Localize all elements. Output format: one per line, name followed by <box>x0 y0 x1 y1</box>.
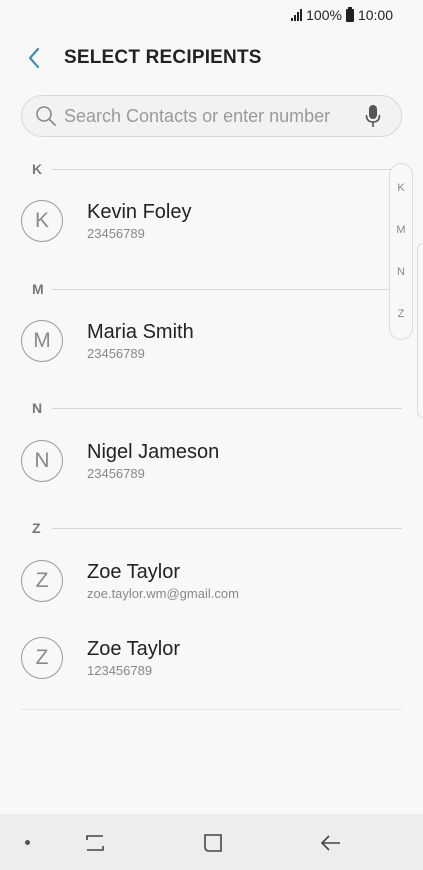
index-letter-k[interactable]: K <box>390 182 412 194</box>
section-divider <box>52 407 402 409</box>
contact-item[interactable]: M Maria Smith 23456789 <box>0 306 423 376</box>
battery-percent: 100% <box>306 7 342 23</box>
section-divider <box>52 527 402 529</box>
navigation-bar <box>0 814 423 870</box>
section-divider <box>52 168 402 170</box>
avatar: N <box>21 440 63 482</box>
contact-detail: 123456789 <box>87 663 153 678</box>
battery-icon <box>345 6 354 22</box>
status-bar: 100% 10:00 <box>0 0 423 30</box>
search-input[interactable] <box>62 95 355 137</box>
contact-detail: zoe.taylor.wm@gmail.com <box>87 586 239 601</box>
mic-icon[interactable] <box>355 98 391 134</box>
scrollbar-handle[interactable] <box>417 243 423 418</box>
contact-name: Maria Smith <box>87 321 194 343</box>
section-header-k: K <box>32 159 402 179</box>
contact-detail: 23456789 <box>87 346 145 361</box>
avatar: Z <box>21 560 63 602</box>
contact-item[interactable]: K Kevin Foley 23456789 <box>0 186 423 256</box>
arrow-left-icon[interactable] <box>316 828 346 858</box>
contact-name: Zoe Taylor <box>87 561 181 583</box>
index-letter-n[interactable]: N <box>390 266 412 278</box>
section-letter: K <box>32 161 43 177</box>
index-letter-z[interactable]: Z <box>390 308 412 320</box>
contact-name: Kevin Foley <box>87 201 192 223</box>
signal-icon <box>291 9 303 21</box>
contact-detail: 23456789 <box>87 226 145 241</box>
contact-detail: 23456789 <box>87 466 145 481</box>
avatar: K <box>21 200 63 242</box>
avatar: Z <box>21 637 63 679</box>
section-header-n: N <box>32 398 402 418</box>
contact-item[interactable]: Z Zoe Taylor 123456789 <box>0 623 423 693</box>
search-bar[interactable] <box>21 95 402 137</box>
home-icon[interactable] <box>198 828 228 858</box>
section-header-m: M <box>32 279 402 299</box>
section-letter: Z <box>32 520 41 536</box>
contact-name: Zoe Taylor <box>87 638 181 660</box>
index-letter-m[interactable]: M <box>390 224 412 236</box>
page-title: SELECT RECIPIENTS <box>64 47 262 68</box>
avatar: M <box>21 320 63 362</box>
chevron-left-icon[interactable] <box>14 38 54 78</box>
section-divider <box>52 288 402 290</box>
contact-item[interactable]: N Nigel Jameson 23456789 <box>0 426 423 496</box>
section-header-z: Z <box>32 518 402 538</box>
recents-icon[interactable] <box>80 828 110 858</box>
contact-item[interactable]: Z Zoe Taylor zoe.taylor.wm@gmail.com <box>0 546 423 616</box>
section-letter: M <box>32 281 44 297</box>
header: SELECT RECIPIENTS <box>0 38 423 78</box>
list-end-divider <box>21 709 402 710</box>
index-scroller[interactable]: K M N Z <box>389 163 413 340</box>
search-icon <box>34 104 58 128</box>
clock: 10:00 <box>357 7 393 23</box>
section-letter: N <box>32 400 43 416</box>
nav-indicator-dot <box>25 840 30 845</box>
contact-name: Nigel Jameson <box>87 441 220 463</box>
